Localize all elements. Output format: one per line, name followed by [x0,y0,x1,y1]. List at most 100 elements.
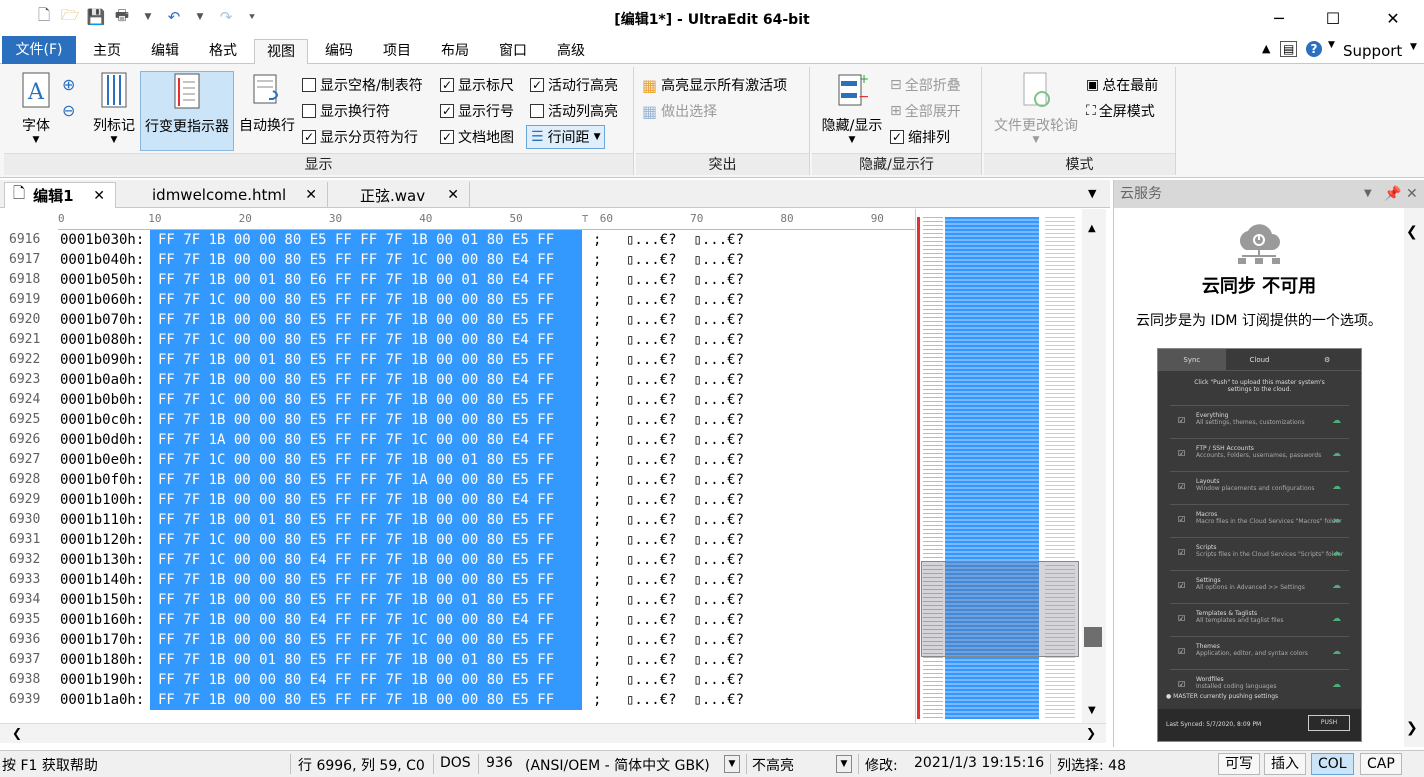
hex-bytes-selected[interactable]: FF 7F 1B 00 00 80 E5 FF FF 7F 1B 00 00 8… [150,490,582,510]
hex-bytes-selected[interactable]: FF 7F 1C 00 00 80 E4 FF FF 7F 1B 00 00 8… [150,550,582,570]
hex-row[interactable]: 0001b190h: FF 7F 1B 00 00 80 E4 FF FF 7F … [58,670,915,690]
fold-all-button[interactable]: ⊟ 全部折叠 [890,75,961,95]
hex-row[interactable]: 0001b050h: FF 7F 1B 00 01 80 E6 FF FF 7F … [58,270,915,290]
tab-layout[interactable]: 布局 [428,39,482,64]
tab-format[interactable]: 格式 [196,39,250,64]
doc-tab-edit1[interactable]: 🗋 编辑1 ✕ [4,182,116,208]
hex-bytes-selected[interactable]: FF 7F 1B 00 00 80 E5 FF FF 7F 1B 00 00 8… [150,570,582,590]
writable-toggle[interactable]: 可写 [1218,753,1260,775]
collapse-ribbon-icon[interactable]: ▲ [1262,42,1270,55]
document-map[interactable] [917,209,1081,723]
hex-bytes-selected[interactable]: FF 7F 1C 00 00 80 E5 FF FF 7F 1B 00 01 8… [150,450,582,470]
show-spaces-tabs-checkbox[interactable]: 显示空格/制表符 [302,75,423,95]
hex-row[interactable]: 0001b090h: FF 7F 1B 00 01 80 E5 FF FF 7F … [58,350,915,370]
scroll-right-icon[interactable]: ❯ [1086,726,1096,740]
hex-ascii[interactable]: ▯...€? ▯...€? [626,310,744,330]
highlight-dropdown-icon[interactable]: ▼ [836,755,852,773]
hex-row[interactable]: 0001b080h: FF 7F 1C 00 00 80 E5 FF FF 7F … [58,330,915,350]
hex-editor[interactable]: 0 10 20 30 40 50 60 70 80 90 ⊤ 6916 6917 6918 6919 692… [0,209,916,723]
hex-ascii[interactable]: ▯...€? ▯...€? [626,290,744,310]
map-viewport[interactable] [921,561,1079,657]
scroll-up-icon[interactable]: ❮ [1406,224,1418,240]
hex-ascii[interactable]: ▯...€? ▯...€? [626,450,744,470]
hex-row[interactable]: 0001b160h: FF 7F 1B 00 00 80 E4 FF FF 7F … [58,610,915,630]
hex-ascii[interactable]: ▯...€? ▯...€? [626,270,744,290]
hex-bytes-selected[interactable]: FF 7F 1B 00 00 80 E5 FF FF 7F 1B 00 00 8… [150,690,582,710]
expand-all-button[interactable]: ⊞ 全部展开 [890,101,961,121]
close-tab-icon[interactable]: ✕ [93,188,105,204]
hex-bytes-selected[interactable]: FF 7F 1B 00 00 80 E5 FF FF 7F 1B 00 00 8… [150,310,582,330]
ribbon-mode-icon[interactable]: ▤ [1280,41,1298,57]
hex-row[interactable]: 0001b120h: FF 7F 1C 00 00 80 E5 FF FF 7F … [58,530,915,550]
hex-bytes-selected[interactable]: FF 7F 1B 00 00 80 E5 FF FF 7F 1B 00 01 8… [150,590,582,610]
cloud-panel-scrollbar[interactable]: ❮ ❯ [1404,208,1424,747]
hex-ascii[interactable]: ▯...€? ▯...€? [626,370,744,390]
hex-bytes-selected[interactable]: FF 7F 1B 00 00 80 E4 FF FF 7F 1C 00 00 8… [150,610,582,630]
hex-ascii[interactable]: ▯...€? ▯...€? [626,570,744,590]
hex-row[interactable]: 0001b070h: FF 7F 1B 00 00 80 E5 FF FF 7F … [58,310,915,330]
hex-bytes-selected[interactable]: FF 7F 1B 00 01 80 E5 FF FF 7F 1B 00 00 8… [150,510,582,530]
status-position[interactable]: 行 6996, 列 59, C0 [298,755,425,775]
tab-list-chevron-icon[interactable]: ▼ [1088,187,1096,200]
hex-bytes-selected[interactable]: FF 7F 1B 00 00 80 E5 FF FF 7F 1C 00 00 8… [150,630,582,650]
status-highlight[interactable]: 不高亮 [752,755,794,775]
hex-rows[interactable]: 0001b030h: FF 7F 1B 00 00 80 E5 FF FF 7F … [58,230,915,710]
vertical-scrollbar[interactable]: ▲ ▼ [1082,209,1106,723]
doc-tab-sine-wav[interactable]: 正弦.wav ✕ [330,182,470,208]
tab-view[interactable]: 视图 [254,39,308,65]
hex-ascii[interactable]: ▯...€? ▯...€? [626,610,744,630]
hex-bytes-selected[interactable]: FF 7F 1B 00 00 80 E5 FF FF 7F 1B 00 00 8… [150,410,582,430]
scroll-down-icon[interactable]: ❯ [1406,720,1418,736]
active-line-highlight-checkbox[interactable]: ✓ 活动行高亮 [530,75,618,95]
hex-bytes-selected[interactable]: FF 7F 1C 00 00 80 E5 FF FF 7F 1B 00 00 8… [150,530,582,550]
line-change-indicator-button[interactable]: 行变更指示器 [140,71,234,151]
hex-bytes-selected[interactable]: FF 7F 1B 00 01 80 E5 FF FF 7F 1B 00 01 8… [150,650,582,670]
hex-ascii[interactable]: ▯...€? ▯...€? [626,390,744,410]
close-tab-icon[interactable]: ✕ [447,187,459,203]
hex-ascii[interactable]: ▯...€? ▯...€? [626,510,744,530]
hex-ascii[interactable]: ▯...€? ▯...€? [626,590,744,610]
indent-column-checkbox[interactable]: ✓ 缩排列 [890,127,950,147]
file-menu-tab[interactable]: 文件(F) [2,36,76,64]
line-spacing-dropdown[interactable]: ☰ 行间距 ▼ [526,125,606,149]
hex-ascii[interactable]: ▯...€? ▯...€? [626,430,744,450]
hex-row[interactable]: 0001b100h: FF 7F 1B 00 00 80 E5 FF FF 7F … [58,490,915,510]
hex-row[interactable]: 0001b130h: FF 7F 1C 00 00 80 E4 FF FF 7F … [58,550,915,570]
maximize-button[interactable]: ☐ [1306,0,1360,36]
word-wrap-button[interactable]: 自动换行 [236,71,298,135]
hex-row[interactable]: 0001b170h: FF 7F 1B 00 00 80 E5 FF FF 7F … [58,630,915,650]
close-button[interactable]: ✕ [1366,0,1420,36]
hex-ascii[interactable]: ▯...€? ▯...€? [626,650,744,670]
tab-project[interactable]: 项目 [370,39,424,64]
close-tab-icon[interactable]: ✕ [305,187,317,203]
tab-encoding[interactable]: 编码 [312,39,366,64]
hex-row[interactable]: 0001b0c0h: FF 7F 1B 00 00 80 E5 FF FF 7F … [58,410,915,430]
document-map-checkbox[interactable]: ✓ 文档地图 [440,127,514,147]
close-panel-icon[interactable]: ✕ [1406,180,1418,208]
hex-ascii[interactable]: ▯...€? ▯...€? [626,470,744,490]
always-on-top-button[interactable]: ▣ 总在最前 [1086,75,1158,95]
hex-ascii[interactable]: ▯...€? ▯...€? [626,250,744,270]
hex-row[interactable]: 0001b030h: FF 7F 1B 00 00 80 E5 FF FF 7F … [58,230,915,250]
hex-row[interactable]: 0001b0a0h: FF 7F 1B 00 00 80 E5 FF FF 7F … [58,370,915,390]
show-line-numbers-checkbox[interactable]: ✓ 显示行号 [440,101,514,121]
tab-home[interactable]: 主页 [80,39,134,64]
hex-ascii[interactable]: ▯...€? ▯...€? [626,630,744,650]
tab-window[interactable]: 窗口 [486,39,540,64]
show-page-breaks-checkbox[interactable]: ✓ 显示分页符为行 [302,127,418,147]
hex-bytes-selected[interactable]: FF 7F 1C 00 00 80 E5 FF FF 7F 1B 00 00 8… [150,390,582,410]
panel-menu-icon[interactable]: ▼ [1364,180,1372,208]
show-line-breaks-checkbox[interactable]: 显示换行符 [302,101,390,121]
hex-row[interactable]: 0001b1a0h: FF 7F 1B 00 00 80 E5 FF FF 7F … [58,690,915,710]
hex-row[interactable]: 0001b110h: FF 7F 1B 00 01 80 E5 FF FF 7F … [58,510,915,530]
hex-ascii[interactable]: ▯...€? ▯...€? [626,410,744,430]
doc-tab-idmwelcome[interactable]: idmwelcome.html ✕ [118,182,328,208]
hex-bytes-selected[interactable]: FF 7F 1A 00 00 80 E5 FF FF 7F 1C 00 00 8… [150,430,582,450]
tab-advanced[interactable]: 高级 [544,39,598,64]
chevron-down-icon[interactable]: ▼ [1410,42,1417,52]
hex-bytes-selected[interactable]: FF 7F 1B 00 00 80 E5 FF FF 7F 1B 00 00 8… [150,370,582,390]
hex-ascii[interactable]: ▯...€? ▯...€? [626,230,744,250]
hex-ascii[interactable]: ▯...€? ▯...€? [626,550,744,570]
status-codepage[interactable]: 936 [486,755,513,771]
tab-edit[interactable]: 编辑 [138,39,192,64]
